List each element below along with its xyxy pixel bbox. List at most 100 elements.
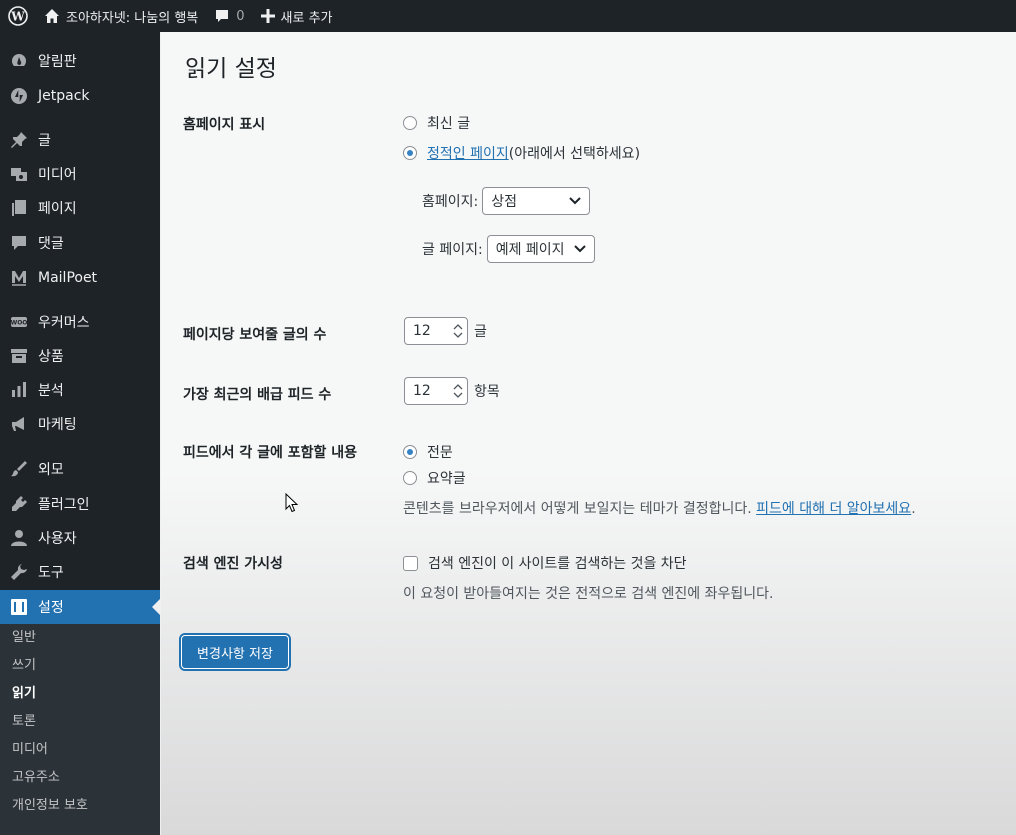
radio-latest-posts-input[interactable] [403, 116, 417, 130]
radio-full-text[interactable]: 전문 [403, 442, 453, 462]
menu-dashboard[interactable]: 알림판 [0, 44, 160, 78]
svg-text:WOO: WOO [11, 320, 28, 327]
settings-icon [9, 597, 29, 617]
submenu-general[interactable]: 일반 [12, 624, 36, 652]
radio-static-page[interactable]: 정적인 페이지 (아래에서 선택하세요) [403, 143, 640, 163]
home-icon [44, 8, 60, 24]
jetpack-icon [9, 86, 29, 106]
dashboard-icon [9, 51, 29, 71]
menu-woocommerce[interactable]: WOO 우커머스 [0, 305, 160, 339]
radio-excerpt[interactable]: 요약글 [403, 468, 466, 488]
posts-page-select-label: 글 페이지: [422, 242, 483, 258]
feed-description-text: 콘텐츠를 브라우저에서 어떻게 보일지는 테마가 결정합니다. [403, 501, 757, 517]
homepage-display-label: 홈페이지 표시 [183, 117, 266, 133]
submenu-writing[interactable]: 쓰기 [12, 652, 36, 680]
posts-per-page-label: 페이지당 보여줄 글의 수 [183, 327, 327, 343]
submenu-discussion[interactable]: 토론 [12, 708, 36, 736]
settings-submenu: 일반 쓰기 읽기 토론 미디어 고유주소 개인정보 보호 [0, 624, 160, 835]
chevron-down-icon [569, 197, 581, 205]
wordpress-logo-icon[interactable]: W [0, 0, 36, 32]
submenu-media[interactable]: 미디어 [12, 736, 48, 764]
menu-label: 외모 [38, 462, 64, 478]
menu-products[interactable]: 상품 [0, 339, 160, 373]
menu-label: 글 [38, 133, 51, 149]
feed-learn-more-link[interactable]: 피드에 대해 더 알아보세요 [756, 501, 911, 517]
feed-content-label: 피드에서 각 글에 포함할 내용 [183, 445, 358, 461]
menu-pages[interactable]: 페이지 [0, 191, 160, 225]
radio-full-text-input[interactable] [403, 445, 417, 459]
submenu-privacy[interactable]: 개인정보 보호 [12, 792, 88, 820]
comments-link[interactable]: 0 [206, 0, 252, 32]
brush-icon [9, 459, 29, 479]
new-content-link[interactable]: 새로 추가 [253, 0, 341, 32]
search-visibility-checkbox[interactable] [403, 555, 418, 571]
site-name-link[interactable]: 조아하자넷: 나눔의 행복 [36, 0, 206, 32]
menu-comments[interactable]: 댓글 [0, 226, 160, 260]
posts-per-page-row: 12 글 [404, 317, 487, 345]
archive-icon [9, 346, 29, 366]
menu-label: 설정 [38, 600, 64, 616]
feed-content-description: 콘텐츠를 브라우저에서 어떻게 보일지는 테마가 결정합니다. 피드에 대해 더… [403, 498, 916, 518]
page-icon [9, 198, 29, 218]
site-name: 조아하자넷: 나눔의 행복 [66, 10, 199, 26]
menu-label: 미디어 [38, 167, 77, 183]
menu-analytics[interactable]: 분석 [0, 373, 160, 407]
radio-excerpt-input[interactable] [403, 471, 417, 485]
menu-label: Jetpack [38, 88, 90, 104]
posts-page-select[interactable]: 예제 페이지 [486, 235, 595, 263]
radio-latest-posts-label: 최신 글 [427, 116, 471, 132]
menu-jetpack[interactable]: Jetpack [0, 79, 160, 113]
admin-sidebar: 알림판 Jetpack 글 미디어 페이지 댓글 MailPoet WOO 우커… [0, 32, 160, 835]
menu-users[interactable]: 사용자 [0, 521, 160, 555]
feed-items-input[interactable]: 12 [404, 377, 468, 405]
menu-label: 분석 [38, 383, 64, 399]
comment-bubble-icon [214, 8, 230, 24]
radio-latest-posts[interactable]: 최신 글 [403, 113, 470, 133]
menu-label: 마케팅 [38, 417, 77, 433]
static-page-link[interactable]: 정적인 페이지 [427, 143, 509, 163]
menu-label: 페이지 [38, 201, 77, 217]
menu-tools[interactable]: 도구 [0, 555, 160, 589]
menu-plugins[interactable]: 플러그인 [0, 487, 160, 521]
menu-posts[interactable]: 글 [0, 123, 160, 157]
menu-label: MailPoet [38, 270, 98, 286]
media-icon [9, 164, 29, 184]
plugin-icon [9, 494, 29, 514]
menu-marketing[interactable]: 마케팅 [0, 407, 160, 441]
homepage-select-row: 홈페이지: 상점 [422, 187, 591, 215]
new-content-label: 새로 추가 [280, 10, 333, 26]
save-changes-button[interactable]: 변경사항 저장 [182, 636, 288, 668]
wrench-icon [9, 562, 29, 582]
menu-label: 플러그인 [38, 497, 90, 513]
menu-media[interactable]: 미디어 [0, 157, 160, 191]
submenu-reading[interactable]: 읽기 [12, 680, 36, 708]
radio-static-page-input[interactable] [403, 146, 417, 160]
woo-icon: WOO [9, 312, 29, 332]
menu-label: 도구 [38, 565, 64, 581]
feed-description-end: . [911, 501, 916, 517]
comments-count: 0 [236, 8, 245, 24]
spinner-icon[interactable] [453, 381, 463, 401]
main-content: 읽기 설정 홈페이지 표시 최신 글 정적인 페이지 (아래에서 선택하세요) … [161, 32, 1016, 835]
megaphone-icon [9, 414, 29, 434]
homepage-select-label: 홈페이지: [422, 194, 479, 210]
page-title: 읽기 설정 [185, 56, 277, 82]
posts-per-page-unit: 글 [474, 324, 487, 340]
search-visibility-checkbox-label: 검색 엔진이 이 사이트를 검색하는 것을 차단 [428, 556, 687, 572]
pin-icon [9, 130, 29, 150]
feed-items-label: 가장 최근의 배급 피드 수 [183, 387, 332, 403]
menu-settings[interactable]: 설정 [0, 590, 160, 624]
radio-excerpt-label: 요약글 [427, 471, 466, 487]
submenu-permalinks[interactable]: 고유주소 [12, 764, 60, 792]
posts-page-select-value: 예제 페이지 [495, 242, 565, 258]
spinner-icon[interactable] [453, 321, 463, 341]
menu-appearance[interactable]: 외모 [0, 452, 160, 486]
user-icon [9, 528, 29, 548]
search-visibility-checkbox-row[interactable]: 검색 엔진이 이 사이트를 검색하는 것을 차단 [403, 553, 687, 573]
search-visibility-description: 이 요청이 받아들여지는 것은 전적으로 검색 엔진에 좌우됩니다. [403, 586, 774, 602]
search-visibility-label: 검색 엔진 가시성 [183, 556, 283, 572]
homepage-select[interactable]: 상점 [482, 187, 591, 215]
menu-label: 사용자 [38, 531, 77, 547]
posts-per-page-input[interactable]: 12 [404, 317, 468, 345]
menu-mailpoet[interactable]: MailPoet [0, 261, 160, 295]
